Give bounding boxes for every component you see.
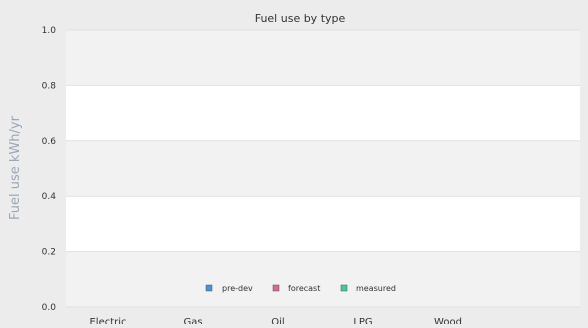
legend-swatch xyxy=(205,284,213,292)
y-tick-label: 0.6 xyxy=(42,137,57,147)
x-axis-ticks: Electric Gas Oil LPG Wood xyxy=(89,317,462,328)
y-axis-ticks: 0.0 0.2 0.4 0.6 0.8 1.0 xyxy=(42,26,57,313)
bar-chart: Fuel use by type Fuel use kWh/yr 0.00.20… xyxy=(8,12,580,328)
x-tick-label: LPG xyxy=(353,317,372,324)
y-tick-label: 0.4 xyxy=(42,192,57,202)
x-tick-label: Gas xyxy=(183,317,202,324)
legend: pre-dev forecast measured xyxy=(205,284,396,293)
legend-label: measured xyxy=(356,284,396,293)
chart-title: Fuel use by type xyxy=(255,12,346,25)
plot-bands xyxy=(66,30,580,307)
y-tick-label: 0.8 xyxy=(42,81,57,91)
x-tick-label: Wood xyxy=(434,317,462,324)
y-tick-label: 0.0 xyxy=(42,303,57,313)
x-tick-label: Oil xyxy=(271,317,284,324)
y-tick-label: 1.0 xyxy=(42,26,57,36)
legend-swatch xyxy=(340,284,348,292)
plot-band xyxy=(66,251,580,307)
x-tick-label: Electric xyxy=(89,317,126,324)
chart: Fuel use by type Fuel use kWh/yr 0.0 0.2 0… xyxy=(0,0,588,328)
legend-swatch xyxy=(272,284,280,292)
legend-label: forecast xyxy=(288,284,320,293)
plot-band xyxy=(66,196,580,252)
y-axis-label: Fuel use kWh/yr xyxy=(8,115,23,220)
plot-band xyxy=(66,30,580,86)
legend-label: pre-dev xyxy=(222,284,253,293)
plot-band xyxy=(66,140,580,197)
y-tick-label: 0.2 xyxy=(42,248,56,258)
plot-band xyxy=(66,85,580,141)
